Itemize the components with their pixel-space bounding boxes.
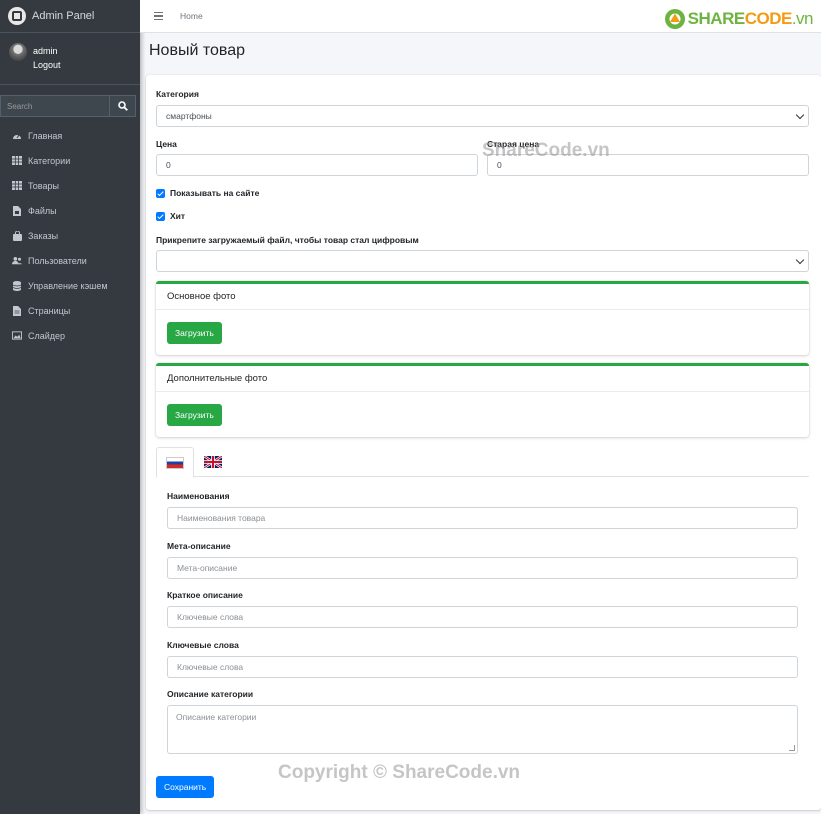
sidebar-item-label: Страницы <box>28 305 71 316</box>
price-label: Цена <box>156 139 177 149</box>
top-navbar: Home SHARE CODE .vn <box>140 0 821 33</box>
sidebar-item-label: Категории <box>28 155 71 166</box>
watermark-footer: Copyright © ShareCode.vn <box>278 762 521 783</box>
price-input[interactable]: 0 <box>156 154 478 176</box>
short-description-input[interactable]: Ключевые слова <box>167 606 798 628</box>
image-icon <box>12 331 22 341</box>
page-title: Новый товар <box>149 42 245 59</box>
russia-flag-icon <box>166 456 184 469</box>
save-button[interactable]: Сохранить <box>156 776 215 798</box>
sidebar-item-label: Управление кэшем <box>28 280 108 291</box>
brand-link[interactable]: Admin Panel <box>0 0 140 33</box>
upload-extra-photos-button[interactable]: Загрузить <box>167 404 222 426</box>
tab-ru[interactable] <box>156 447 194 478</box>
database-icon <box>12 280 22 291</box>
digital-file-label: Прикрепите загружаемый файл, чтобы товар… <box>156 235 419 245</box>
sidebar-item-slider[interactable]: Слайдер <box>0 323 140 348</box>
sidebar-item-home[interactable]: Главная <box>0 123 140 148</box>
sidebar-item-label: Слайдер <box>28 330 66 341</box>
users-icon <box>12 256 22 266</box>
short-description-label: Краткое описание <box>167 590 243 600</box>
home-link[interactable]: Home <box>180 11 203 21</box>
meta-description-input[interactable]: Мета-описание <box>167 557 798 579</box>
sidebar-item-categories[interactable]: Категории <box>0 148 140 173</box>
brand-logo-icon <box>8 7 26 25</box>
brand-text: Admin Panel <box>32 10 95 22</box>
chevron-down-icon <box>795 255 805 265</box>
sidebar-item-products[interactable]: Товары <box>0 173 140 198</box>
search-input[interactable]: Search <box>0 95 110 117</box>
sidebar-item-users[interactable]: Пользователи <box>0 248 140 273</box>
extra-photos-title: Дополнительные фото <box>156 366 809 392</box>
search-button[interactable] <box>110 95 136 117</box>
digital-file-select[interactable] <box>156 250 809 272</box>
keywords-label: Ключевые слова <box>167 640 239 650</box>
file-icon <box>12 205 22 216</box>
watermark-center: ShareCode.vn <box>482 140 610 161</box>
extra-photos-card: Дополнительные фото Загрузить <box>156 363 809 437</box>
resize-handle-icon[interactable] <box>789 745 795 751</box>
sidebar-item-orders[interactable]: Заказы <box>0 223 140 248</box>
user-name[interactable]: admin <box>33 44 61 58</box>
sidebar-item-cache[interactable]: Управление кэшем <box>0 273 140 298</box>
show-on-site-checkbox[interactable]: Показывать на сайте <box>156 188 259 198</box>
sidebar-nav: Главная Категории Товары Файлы Заказы По… <box>0 123 140 348</box>
sidebar-item-label: Главная <box>28 130 63 141</box>
category-label: Категория <box>156 89 199 99</box>
sidebar: Admin Panel admin Logout Search Главная … <box>0 0 140 814</box>
grid-icon <box>12 181 22 191</box>
sidebar-search: Search <box>0 95 140 117</box>
sharecode-logo: SHARE CODE .vn <box>664 8 814 30</box>
sidebar-item-label: Пользователи <box>28 255 87 266</box>
main-photo-title: Основное фото <box>156 284 809 310</box>
name-input[interactable]: Наименования товара <box>167 507 798 529</box>
grid-icon <box>12 156 22 166</box>
sidebar-item-files[interactable]: Файлы <box>0 198 140 223</box>
category-description-textarea[interactable]: Описание категории <box>167 705 798 754</box>
logout-link[interactable]: Logout <box>33 58 61 72</box>
product-form-card <box>146 75 821 810</box>
sidebar-item-label: Товары <box>28 180 59 191</box>
search-icon <box>117 101 128 111</box>
meta-description-label: Мета-описание <box>167 541 231 551</box>
avatar <box>9 43 27 61</box>
upload-main-photo-button[interactable]: Загрузить <box>167 322 222 344</box>
category-select[interactable]: смартфоны <box>156 105 809 127</box>
page-icon <box>12 305 22 316</box>
language-tabs <box>156 447 809 478</box>
shopping-bag-icon <box>12 230 22 241</box>
checkbox-checked-icon <box>156 188 165 198</box>
user-panel: admin Logout <box>0 33 140 85</box>
uk-flag-icon <box>204 456 222 468</box>
tab-en[interactable] <box>194 447 232 477</box>
sidebar-item-label: Заказы <box>28 230 59 241</box>
sharecode-logo-icon <box>664 9 685 29</box>
menu-toggle-icon[interactable] <box>154 10 163 23</box>
checkbox-checked-icon <box>156 211 165 221</box>
main-photo-card: Основное фото Загрузить <box>156 281 809 355</box>
category-description-label: Описание категории <box>167 689 254 699</box>
hit-checkbox[interactable]: Хит <box>156 211 185 221</box>
dashboard-icon <box>12 131 22 141</box>
sidebar-item-label: Файлы <box>28 205 57 216</box>
chevron-down-icon <box>795 110 805 120</box>
sidebar-item-pages[interactable]: Страницы <box>0 298 140 323</box>
keywords-input[interactable]: Ключевые слова <box>167 656 798 678</box>
name-label: Наименования <box>167 491 230 501</box>
